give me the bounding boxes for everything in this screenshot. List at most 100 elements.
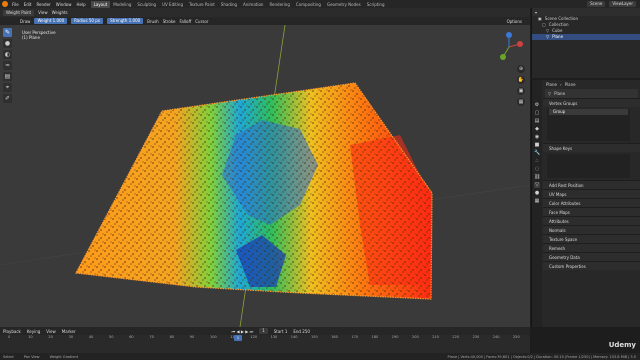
particles-tab-icon[interactable]: ∴ (534, 158, 540, 164)
section-uv-maps[interactable]: UV Maps (543, 189, 640, 198)
section-texture-space[interactable]: Texture Space (543, 234, 640, 243)
mesh-data-name-field[interactable]: ▽ Plane (545, 89, 638, 98)
view-layer-selector[interactable]: ViewLayer (609, 1, 636, 7)
menu-edit[interactable]: Edit (24, 2, 32, 7)
menu-render[interactable]: Render (36, 2, 50, 7)
tab-scripting[interactable]: Scripting (364, 1, 388, 8)
cursor-menu[interactable]: Cursor (195, 19, 208, 24)
weight-field[interactable]: Weight 1.000 (34, 18, 68, 24)
playback-controls: ⏮ ◀ ▶ ▶ ⏭ (232, 329, 254, 334)
gradient-icon[interactable]: ▤ (3, 72, 12, 81)
tab-uv-editing[interactable]: UV Editing (159, 1, 186, 8)
output-tab-icon[interactable]: ▤ (534, 118, 540, 124)
smear-brush-icon[interactable]: ≈ (3, 61, 12, 70)
scene-tab-icon[interactable]: ◆ (534, 126, 540, 132)
world-tab-icon[interactable]: ◉ (534, 134, 540, 140)
prev-key-icon[interactable]: ◀ (237, 329, 240, 334)
z-axis-icon[interactable] (506, 32, 512, 38)
brush-menu[interactable]: Brush (147, 19, 159, 24)
menu-file[interactable]: File (12, 2, 19, 7)
frame-ruler[interactable]: 0102030405060708090100110120130140150160… (0, 335, 530, 341)
vertex-groups-list[interactable]: Group (547, 109, 630, 141)
tool-tab-icon[interactable]: ⚙ (534, 102, 540, 108)
navigation-gizmo[interactable] (494, 32, 524, 62)
object-tab-icon[interactable]: ■ (534, 142, 540, 148)
x-axis-icon[interactable] (517, 41, 523, 47)
menu-window[interactable]: Window (56, 2, 72, 7)
scene-selector[interactable]: Scene (587, 1, 606, 7)
options-menu[interactable]: Options (507, 19, 522, 24)
vertex-groups-section[interactable]: Vertex Groups (543, 98, 640, 107)
data-tab-icon[interactable]: ▽ (534, 182, 540, 188)
keying-menu[interactable]: Keying (27, 329, 40, 334)
mode-selector[interactable]: Weight Paint (3, 9, 35, 16)
render-tab-icon[interactable]: ▢ (534, 110, 540, 116)
section-custom-properties[interactable]: Custom Properties (543, 261, 640, 270)
shape-keys-list[interactable] (547, 154, 630, 178)
draw-brush-icon[interactable]: ✎ (3, 28, 12, 37)
strength-field[interactable]: Strength 1.000 (107, 18, 144, 24)
vertex-group-item[interactable]: Group (549, 109, 628, 115)
tab-modeling[interactable]: Modeling (110, 1, 134, 8)
zoom-icon[interactable]: ⊕ (517, 65, 525, 73)
y-axis-icon[interactable] (500, 54, 506, 60)
timeline-view-menu[interactable]: View (46, 329, 56, 334)
plane-label: Plane (552, 34, 564, 39)
section-add-rest-position[interactable]: Add Rest Position (543, 180, 640, 189)
jump-end-icon[interactable]: ⏭ (250, 329, 254, 334)
breadcrumb-data: Plane (564, 82, 576, 87)
view-menu[interactable]: View (38, 10, 48, 15)
constraints-tab-icon[interactable]: ⛓ (534, 174, 540, 180)
frame-tick-label: 0 (8, 335, 11, 339)
tab-texture-paint[interactable]: Texture Paint (186, 1, 218, 8)
properties-breadcrumb: Plane › Plane (543, 80, 640, 89)
tab-layout[interactable]: Layout (90, 0, 111, 8)
section-color-attributes[interactable]: Color Attributes (543, 198, 640, 207)
radius-field[interactable]: Radius 50 px (71, 18, 104, 24)
section-geometry-data[interactable]: Geometry Data (543, 252, 640, 261)
blur-brush-icon[interactable]: ● (3, 39, 12, 48)
pan-hand-icon[interactable]: ✋ (517, 76, 525, 84)
tab-geometry-nodes[interactable]: Geometry Nodes (324, 1, 364, 8)
play-icon[interactable]: ▶ (241, 329, 244, 334)
tab-rendering[interactable]: Rendering (266, 1, 292, 8)
3d-viewport[interactable]: User Perspective (1) Plane ⊕ ✋ ▣ ▦ (0, 25, 530, 327)
section-attributes[interactable]: Attributes (543, 216, 640, 225)
physics-tab-icon[interactable]: ◌ (534, 166, 540, 172)
modifier-tab-icon[interactable]: 🔧 (534, 150, 540, 156)
editor-header: Weight Paint View Weights (0, 8, 530, 17)
playhead[interactable]: 1 (234, 335, 242, 341)
falloff-menu[interactable]: Falloff (179, 19, 191, 24)
tab-animation[interactable]: Animation (240, 1, 266, 8)
blender-logo-icon[interactable] (2, 1, 8, 7)
tab-shading[interactable]: Shading (218, 1, 240, 8)
stroke-menu[interactable]: Stroke (163, 19, 176, 24)
section-remesh[interactable]: Remesh (543, 243, 640, 252)
section-normals[interactable]: Normals (543, 225, 640, 234)
current-frame-field[interactable]: 1 (259, 328, 268, 334)
outliner-filter-icon[interactable]: ▾ (535, 10, 537, 15)
start-value: 1 (284, 328, 288, 334)
weights-menu[interactable]: Weights (52, 10, 68, 15)
brush-name[interactable]: Draw (20, 19, 30, 24)
section-face-maps[interactable]: Face Maps (543, 207, 640, 216)
next-key-icon[interactable]: ▶ (245, 329, 248, 334)
playback-menu[interactable]: Playback (3, 329, 21, 334)
jump-start-icon[interactable]: ⏮ (232, 329, 236, 334)
weight-label: Weight (37, 18, 52, 23)
average-brush-icon[interactable]: ◐ (3, 50, 12, 59)
tab-compositing[interactable]: Compositing (293, 1, 324, 8)
camera-icon[interactable]: ▣ (517, 87, 525, 95)
sample-weight-icon[interactable]: ⌖ (3, 83, 12, 92)
annotate-icon[interactable]: ✐ (3, 94, 12, 103)
outliner-plane[interactable]: ▽ Plane (532, 34, 640, 40)
tab-sculpting[interactable]: Sculpting (134, 1, 159, 8)
shape-keys-section[interactable]: Shape Keys (543, 143, 640, 152)
grid-icon[interactable]: ▦ (517, 98, 525, 106)
start-frame-field[interactable]: Start 1 (274, 329, 288, 334)
end-frame-field[interactable]: End 250 (293, 329, 310, 334)
menu-help[interactable]: Help (76, 2, 85, 7)
texture-tab-icon[interactable]: ▦ (534, 198, 540, 204)
material-tab-icon[interactable]: ● (534, 190, 540, 196)
marker-menu[interactable]: Marker (62, 329, 76, 334)
